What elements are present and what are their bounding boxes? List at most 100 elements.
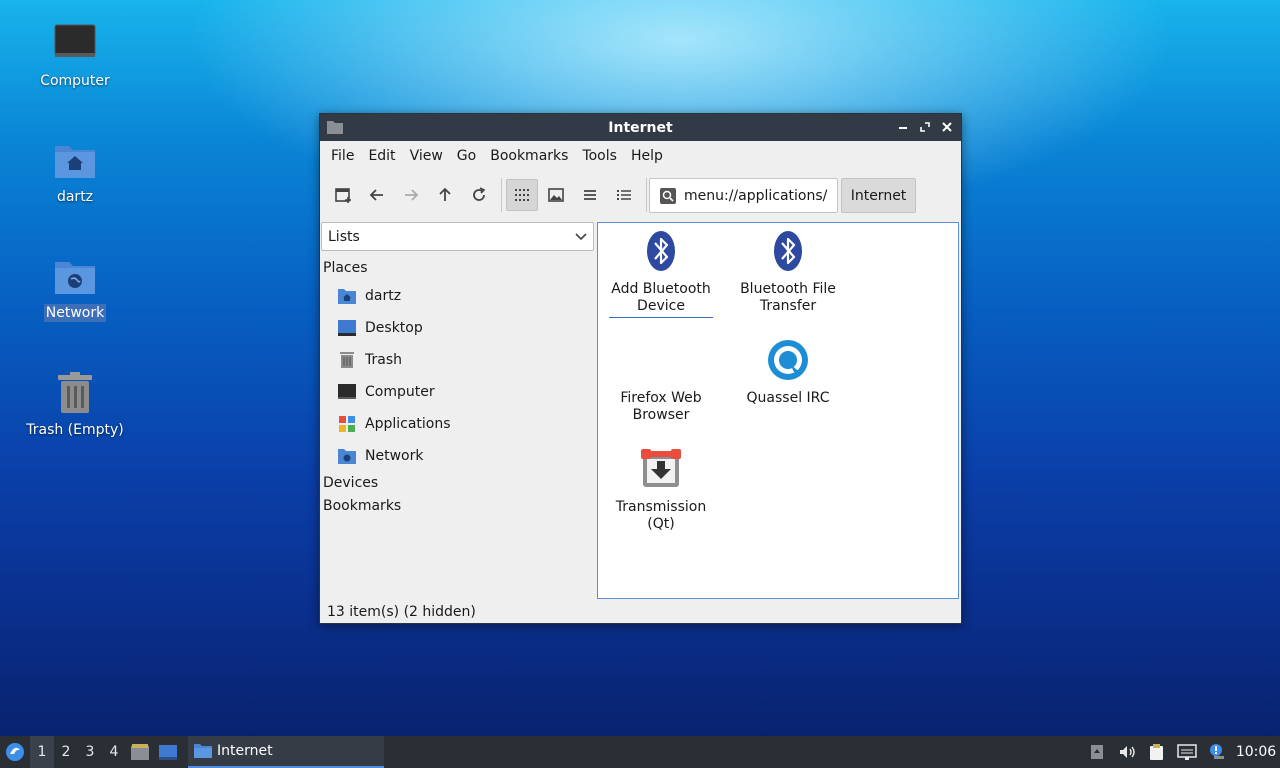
compact-view-button[interactable] (574, 179, 606, 211)
file-manager-icon (131, 744, 149, 760)
network-folder-icon (55, 262, 95, 294)
window-title: Internet (608, 119, 673, 136)
desktop-switch-1[interactable]: 1 (30, 736, 54, 768)
menu-edit[interactable]: Edit (361, 141, 402, 171)
task-label: Internet (217, 743, 273, 759)
bluetooth-icon (774, 231, 802, 271)
app-item-transmission-qt[interactable]: Transmission (Qt) (601, 447, 721, 535)
app-item-firefox-web-browser[interactable]: Firefox Web Browser (601, 338, 721, 426)
desktop-switch-3[interactable]: 3 (78, 736, 102, 768)
desktop-switch-4[interactable]: 4 (102, 736, 126, 768)
network-button[interactable] (1172, 736, 1202, 768)
sidebar: Lists Places dartz Desktop Trash Compute… (321, 222, 595, 600)
arrow-right-icon (405, 189, 419, 201)
menu-file[interactable]: File (324, 141, 361, 171)
reload-button[interactable] (463, 179, 495, 211)
arrow-left-icon (369, 189, 383, 201)
launcher-file-manager[interactable] (126, 736, 154, 768)
close-icon (942, 122, 952, 132)
forward-button[interactable] (395, 179, 427, 211)
folder-icon (194, 744, 212, 758)
sidebar-item-label: dartz (365, 288, 402, 304)
grid-view-icon (515, 189, 529, 201)
back-button[interactable] (361, 179, 393, 211)
app-item-label: Add Bluetooth Device (609, 281, 713, 318)
task-button-internet[interactable]: Internet (188, 736, 384, 768)
sidebar-item-trash[interactable]: Trash (321, 344, 595, 376)
devices-heading[interactable]: Devices (321, 472, 595, 495)
file-view[interactable]: Add Bluetooth Device Bluetooth File Tran… (597, 222, 959, 599)
chevron-up-icon (1091, 745, 1103, 759)
desktop-icon-label: Trash (Empty) (26, 422, 124, 438)
reload-icon (473, 187, 486, 201)
volume-icon (1120, 746, 1135, 758)
minimize-icon (899, 127, 907, 129)
notifications-button[interactable] (1202, 736, 1232, 768)
firefox-icon (639, 338, 683, 382)
system-tray: 10:06 (1082, 736, 1280, 768)
up-button[interactable] (429, 179, 461, 211)
app-item-label: Transmission (Qt) (615, 499, 707, 532)
sidebar-item-dartz[interactable]: dartz (321, 280, 595, 312)
trash-icon (58, 372, 92, 413)
sidebar-item-network[interactable]: Network (321, 440, 595, 472)
network-folder-icon (338, 449, 356, 464)
sidebar-item-desktop[interactable]: Desktop (321, 312, 595, 344)
list-icon (584, 190, 596, 200)
desktop-icon (338, 320, 356, 336)
file-manager-window: Internet File Edit View Go Bookmarks Too… (319, 113, 962, 624)
app-item-add-bluetooth-device[interactable]: Add Bluetooth Device (601, 229, 721, 318)
thumbnail-view-button[interactable] (540, 179, 572, 211)
close-button[interactable] (939, 118, 955, 136)
sidebar-mode-select[interactable]: Lists (321, 222, 594, 251)
menu-help[interactable]: Help (624, 141, 670, 171)
menu-go[interactable]: Go (450, 141, 483, 171)
minimize-button[interactable] (895, 118, 911, 136)
app-item-quassel-irc[interactable]: Quassel IRC (728, 338, 848, 409)
maximize-button[interactable] (917, 118, 933, 136)
folder-icon (327, 121, 343, 134)
sidebar-item-label: Computer (365, 384, 435, 400)
desktop-icon-network[interactable]: Network (20, 254, 130, 322)
clipboard-button[interactable] (1142, 736, 1172, 768)
location-bar[interactable]: menu://applications/ (649, 178, 838, 213)
desktop-switch-2[interactable]: 2 (54, 736, 78, 768)
desktop-icon-dartz[interactable]: dartz (20, 138, 130, 206)
places-heading[interactable]: Places (321, 257, 595, 280)
launcher-show-desktop[interactable] (154, 736, 182, 768)
desktop-icon-label: dartz (56, 189, 94, 205)
app-item-bluetooth-file-transfer[interactable]: Bluetooth File Transfer (728, 229, 848, 317)
network-icon (1177, 744, 1197, 760)
icon-view-button[interactable] (506, 179, 538, 211)
sidebar-item-applications[interactable]: Applications (321, 408, 595, 440)
detailed-view-button[interactable] (608, 179, 640, 211)
sidebar-item-label: Network (365, 448, 424, 464)
computer-icon (54, 24, 96, 57)
new-tab-button[interactable] (327, 179, 359, 211)
maximize-icon (920, 122, 930, 132)
sidebar-item-label: Desktop (365, 320, 423, 336)
desktop-icon-computer[interactable]: Computer (20, 22, 130, 90)
bookmarks-heading[interactable]: Bookmarks (321, 495, 595, 518)
toolbar-separator (646, 178, 647, 212)
location-path: menu://applications/ (684, 187, 828, 204)
menu-tools[interactable]: Tools (575, 141, 624, 171)
menu-bookmarks[interactable]: Bookmarks (483, 141, 575, 171)
desktop-icon-trash[interactable]: Trash (Empty) (20, 371, 130, 439)
title-bar[interactable]: Internet (320, 114, 961, 141)
sidebar-item-computer[interactable]: Computer (321, 376, 595, 408)
computer-icon (338, 384, 356, 399)
clock[interactable]: 10:06 (1232, 744, 1280, 760)
show-desktop-icon (159, 745, 177, 760)
volume-button[interactable] (1112, 736, 1142, 768)
taskbar: 1 2 3 4 Internet 10:06 (0, 736, 1280, 768)
search-icon (660, 187, 676, 204)
clipboard-icon (1150, 744, 1163, 760)
breadcrumb-internet[interactable]: Internet (841, 178, 916, 213)
notification-icon (1210, 744, 1224, 759)
quassel-icon (768, 340, 808, 380)
menu-bar: File Edit View Go Bookmarks Tools Help (320, 141, 961, 171)
tray-expand-button[interactable] (1082, 736, 1112, 768)
menu-view[interactable]: View (403, 141, 450, 171)
start-menu-button[interactable] (0, 736, 30, 768)
